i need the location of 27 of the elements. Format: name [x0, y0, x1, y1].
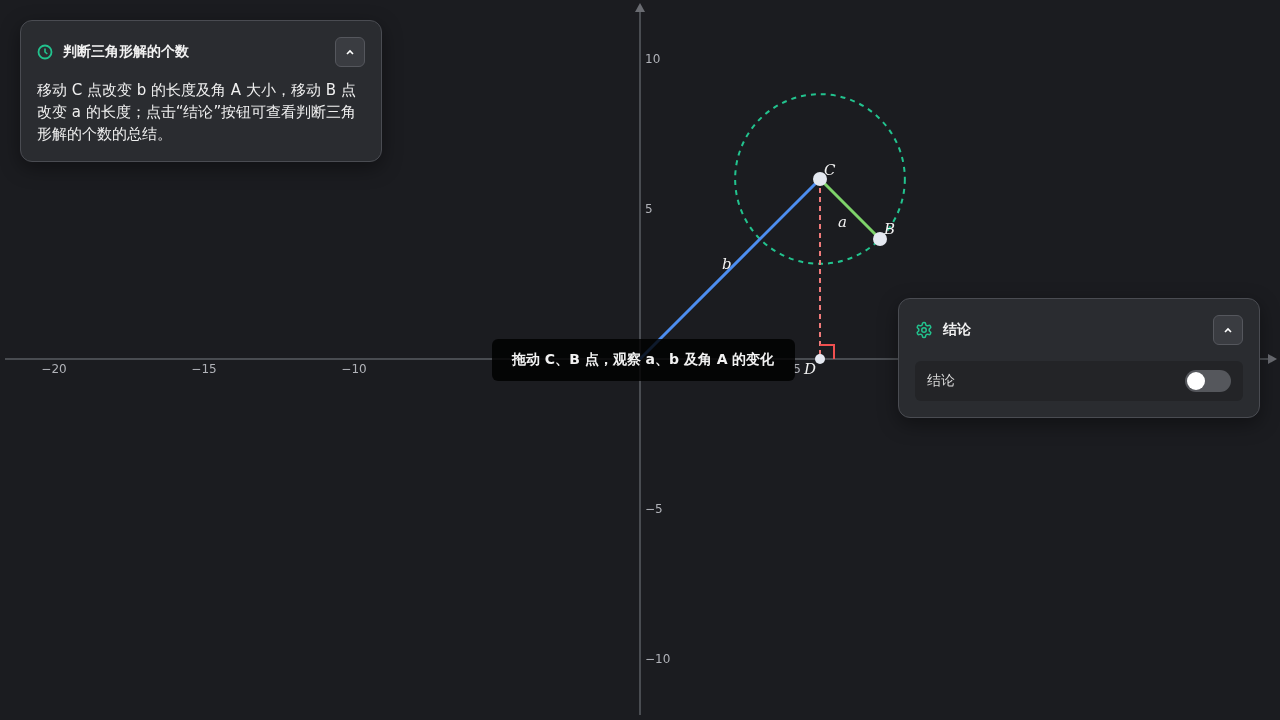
settings-icon [915, 321, 933, 339]
axis-tick-label: −10 [645, 652, 671, 666]
axis-tick-label: −5 [645, 502, 663, 516]
toggle-switch[interactable] [1185, 370, 1231, 392]
axis-tick-label: 10 [645, 52, 661, 66]
axis-tick-label: 5 [645, 202, 653, 216]
collapse-button[interactable] [1213, 315, 1243, 345]
collapse-button[interactable] [335, 37, 365, 67]
clock-icon [37, 44, 53, 60]
panel-title: 判断三角形解的个数 [63, 43, 190, 61]
point-label: B [884, 220, 896, 238]
right-angle-mark [819, 344, 835, 360]
hint-toast: 拖动 C、B 点，观察 a、b 及角 A 的变化 [492, 339, 795, 381]
point-handle[interactable] [815, 354, 825, 364]
toggle-knob[interactable] [1187, 372, 1205, 390]
axis-tick-label: 5 [793, 362, 801, 376]
toggle-label: 结论 [927, 372, 955, 390]
side-label: b [722, 255, 732, 273]
point-label: D [804, 360, 817, 378]
axis-tick-label: −10 [341, 362, 367, 376]
panel-title: 结论 [943, 321, 972, 339]
instruction-text: 移动 C 点改变 b 的长度及角 A 大小，移动 B 点改变 a 的长度；点击“结论”按钮可查看判断三角形解的个数的总结。 [37, 80, 358, 145]
point-handle[interactable] [873, 232, 887, 246]
axis-tick-label: −20 [41, 362, 67, 376]
side-label: a [838, 213, 847, 231]
point-label: C [824, 161, 836, 179]
axis-tick-label: −15 [191, 362, 217, 376]
